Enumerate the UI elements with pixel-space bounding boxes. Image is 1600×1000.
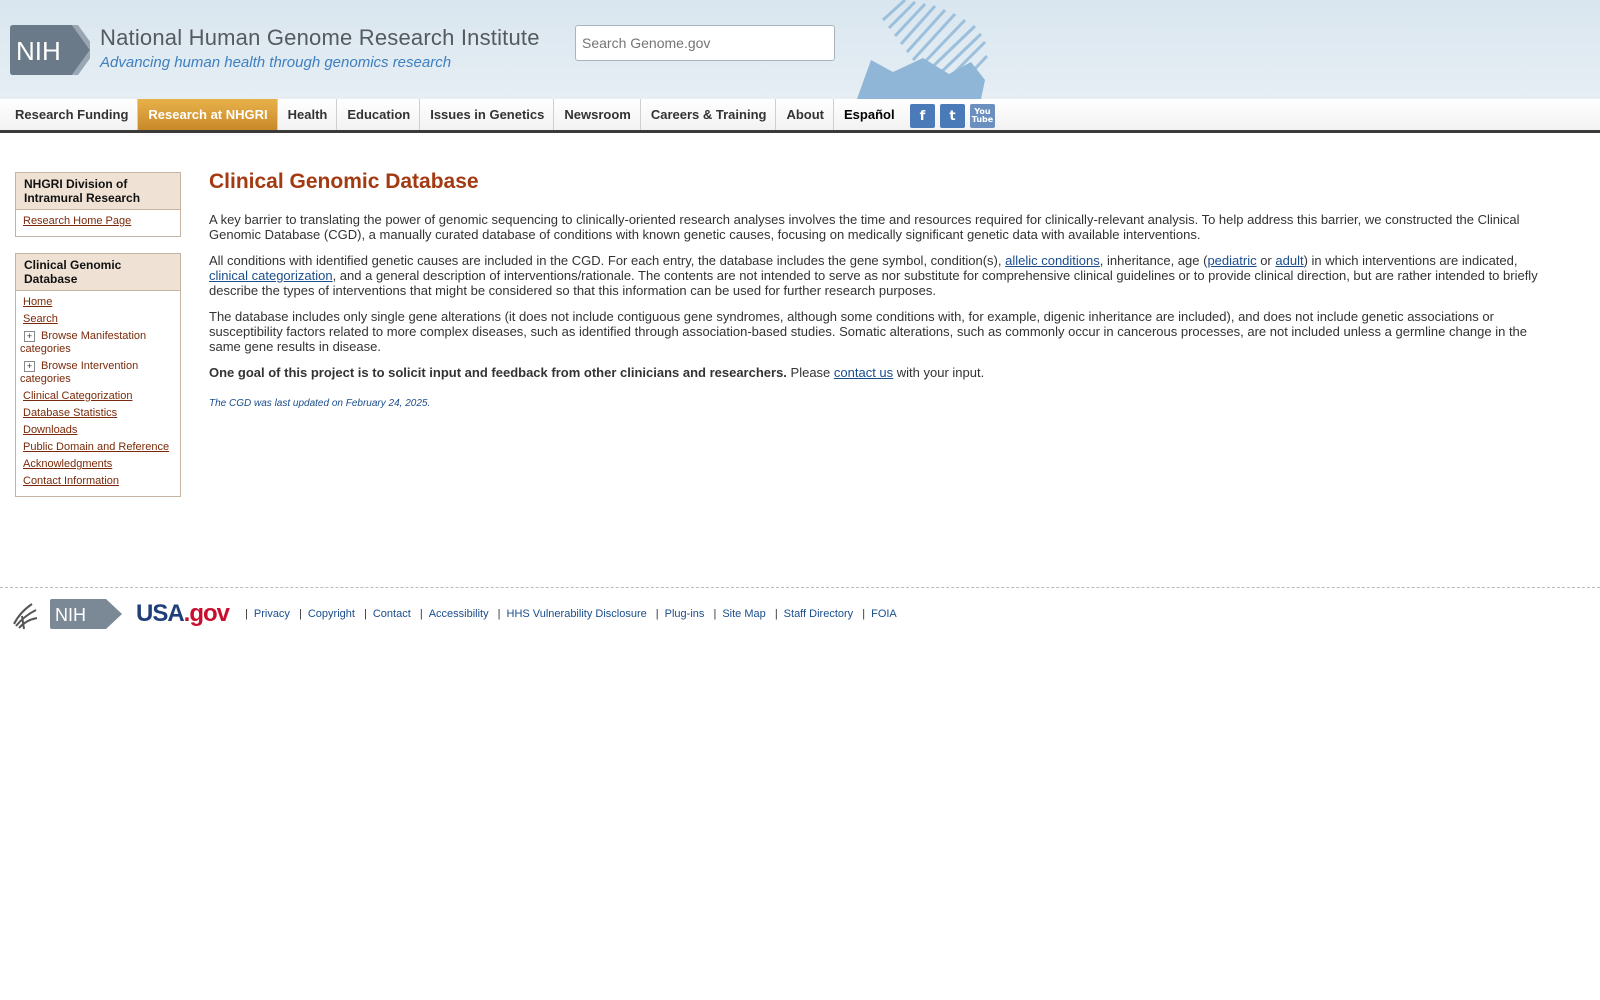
footer-link-copyright[interactable]: Copyright xyxy=(308,608,355,620)
nih-logo-icon[interactable]: NIH xyxy=(10,25,90,75)
sidebar-link-public-domain[interactable]: Public Domain and Reference xyxy=(23,441,169,453)
sidebar-link-acknowledgments[interactable]: Acknowledgments xyxy=(23,458,112,470)
goal-paragraph: One goal of this project is to solicit i… xyxy=(209,365,1559,380)
text: , and a general description of intervent… xyxy=(209,268,1538,298)
footer-link-foia[interactable]: FOIA xyxy=(871,608,897,620)
sidebar-link-home[interactable]: Home xyxy=(23,296,52,308)
main-content: Clinical Genomic Database A key barrier … xyxy=(209,170,1559,409)
text: , inheritance, age ( xyxy=(1099,253,1208,268)
text: Please xyxy=(786,365,834,380)
sidebar-link-downloads[interactable]: Downloads xyxy=(23,424,77,436)
nav-issues-in-genetics[interactable]: Issues in Genetics xyxy=(420,99,555,130)
text: ) in which interventions are indicated, xyxy=(1303,253,1518,268)
sidebar-expander-manifestation[interactable]: + Browse Manifestation categories xyxy=(16,328,180,358)
nav-research-funding[interactable]: Research Funding xyxy=(5,99,139,130)
sidebar-link-research-home[interactable]: Research Home Page xyxy=(23,215,131,227)
footer-link-plugins[interactable]: Plug-ins xyxy=(665,608,705,620)
link-adult[interactable]: adult xyxy=(1275,253,1303,268)
nav-health[interactable]: Health xyxy=(278,99,338,130)
sidebar-box-title: Clinical Genomic Database xyxy=(16,254,180,291)
expand-plus-icon[interactable]: + xyxy=(24,360,35,372)
nav-newsroom[interactable]: Newsroom xyxy=(554,99,641,130)
footer-link-staff-directory[interactable]: Staff Directory xyxy=(784,608,854,620)
sidebar-box-title: NHGRI Division of Intramural Research xyxy=(16,173,180,210)
footer-link-privacy[interactable]: Privacy xyxy=(254,608,290,620)
nav-research-at-nhgri[interactable]: Research at NHGRI xyxy=(138,99,278,130)
nih-footer-logo-icon[interactable]: NIH xyxy=(50,599,122,629)
sidebar-link-clinical-categorization[interactable]: Clinical Categorization xyxy=(23,390,132,402)
twitter-icon[interactable]: t xyxy=(940,104,965,128)
sidebar-box-intramural: NHGRI Division of Intramural Research Re… xyxy=(15,172,181,237)
link-pediatric[interactable]: pediatric xyxy=(1207,253,1256,268)
hhs-eagle-icon[interactable] xyxy=(10,598,40,630)
footer-divider xyxy=(0,587,1600,588)
footer-link-accessibility[interactable]: Accessibility xyxy=(429,608,489,620)
social-links: f t You Tube xyxy=(910,104,995,128)
nih-logo-text: NIH xyxy=(16,36,61,66)
link-contact-us[interactable]: contact us xyxy=(834,365,893,380)
nav-careers-training[interactable]: Careers & Training xyxy=(641,99,777,130)
nav-espanol[interactable]: Español xyxy=(834,99,904,130)
site-tagline: Advancing human health through genomics … xyxy=(100,54,452,71)
footer-link-site-map[interactable]: Site Map xyxy=(722,608,765,620)
site-footer: NIH USA.gov | Privacy | Copyright | Contact… xyxy=(10,597,897,631)
youtube-icon[interactable]: You Tube xyxy=(970,104,995,128)
text: All conditions with identified genetic c… xyxy=(209,253,1006,268)
site-header: NIH National Human Genome Research Insti… xyxy=(0,0,1600,99)
sidebar-link-contact-information[interactable]: Contact Information xyxy=(23,475,119,487)
link-clinical-categorization[interactable]: clinical categorization xyxy=(209,268,333,283)
scope-paragraph: The database includes only single gene a… xyxy=(209,309,1528,354)
usagov-logo[interactable]: USA.gov xyxy=(136,600,230,628)
sidebar-box-cgd: Clinical Genomic Database Home Search + B… xyxy=(15,253,181,497)
sidebar-expander-label: Browse Intervention categories xyxy=(20,360,139,385)
usagov-logo-suffix: .gov xyxy=(183,600,230,627)
usagov-logo-text: USA xyxy=(136,600,185,627)
expand-plus-icon[interactable]: + xyxy=(24,330,35,342)
last-updated-note: The CGD was last updated on February 24,… xyxy=(209,398,431,409)
footer-link-contact[interactable]: Contact xyxy=(373,608,411,620)
goal-bold-text: One goal of this project is to solicit i… xyxy=(209,365,787,380)
text: or xyxy=(1256,253,1276,268)
intro-paragraph: A key barrier to translating the power o… xyxy=(209,212,1520,242)
footer-links: | Privacy | Copyright | Contact | Accessibil… xyxy=(245,608,897,620)
nav-education[interactable]: Education xyxy=(337,99,421,130)
search-input[interactable] xyxy=(575,25,835,61)
sidebar-link-search[interactable]: Search xyxy=(23,313,58,325)
sidebar-expander-intervention[interactable]: + Browse Intervention categories xyxy=(16,358,180,388)
contents-paragraph: All conditions with identified genetic c… xyxy=(209,253,1559,298)
site-title[interactable]: National Human Genome Research Institute xyxy=(100,25,540,51)
dna-helix-icon xyxy=(857,0,989,99)
main-nav: Research Funding Research at NHGRI Healt… xyxy=(0,99,1600,133)
nav-about[interactable]: About xyxy=(776,99,835,130)
link-allelic-conditions[interactable]: allelic conditions xyxy=(1005,253,1100,268)
nih-footer-logo-text: NIH xyxy=(55,605,86,625)
facebook-icon[interactable]: f xyxy=(910,104,935,128)
text: with your input. xyxy=(893,365,985,380)
sidebar-link-database-statistics[interactable]: Database Statistics xyxy=(23,407,117,419)
sidebar-expander-label: Browse Manifestation categories xyxy=(20,330,147,355)
page-title: Clinical Genomic Database xyxy=(209,170,479,193)
footer-link-hhs-vulnerability[interactable]: HHS Vulnerability Disclosure xyxy=(507,608,647,620)
